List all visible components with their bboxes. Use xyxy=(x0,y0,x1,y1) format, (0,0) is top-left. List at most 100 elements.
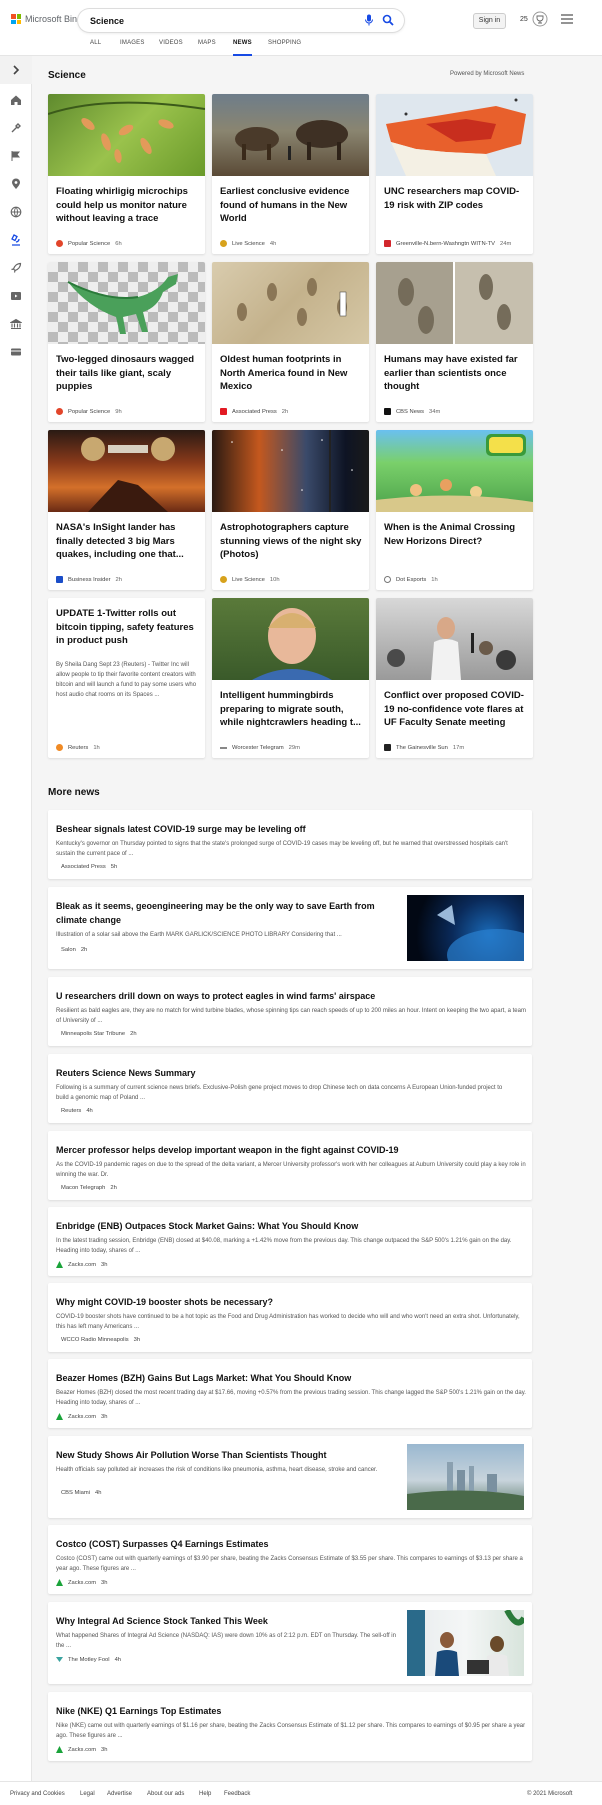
news-source[interactable]: Reuters 4h xyxy=(56,1108,93,1114)
news-item[interactable]: Beshear signals latest COVID-19 surge ma… xyxy=(48,810,532,879)
flag-icon[interactable] xyxy=(10,150,22,162)
news-card[interactable]: When is the Animal Crossing New Horizons… xyxy=(376,430,533,590)
rewards-trophy-icon[interactable] xyxy=(532,11,548,27)
news-source[interactable]: Salon 2h xyxy=(56,947,87,953)
card-title[interactable]: Two-legged dinosaurs wagged their tails … xyxy=(56,353,198,394)
news-item[interactable]: U researchers drill down on ways to prot… xyxy=(48,977,532,1046)
home-icon[interactable] xyxy=(10,94,22,106)
footer-link-feedback[interactable]: Feedback xyxy=(224,1791,250,1797)
location-icon[interactable] xyxy=(10,178,22,190)
tab-maps[interactable]: MAPS xyxy=(198,40,216,56)
news-title[interactable]: Bleak as it seems, geoengineering may be… xyxy=(56,899,396,927)
news-title[interactable]: Nike (NKE) Q1 Earnings Top Estimates xyxy=(56,1704,526,1718)
news-source[interactable]: Zacks.com 3h xyxy=(56,1413,107,1420)
sidebar-toggle[interactable] xyxy=(0,56,32,84)
card-title[interactable]: Astrophotographers capture stunning view… xyxy=(220,521,362,562)
card-title[interactable]: Conflict over proposed COVID-19 no-confi… xyxy=(384,689,526,730)
news-item[interactable]: Costco (COST) Surpasses Q4 Earnings Esti… xyxy=(48,1525,532,1594)
hamburger-menu-icon[interactable] xyxy=(561,14,573,24)
card-title[interactable]: Earliest conclusive evidence found of hu… xyxy=(220,185,362,226)
bing-logo[interactable]: Microsoft Bing xyxy=(11,14,82,24)
card-title[interactable]: Humans may have existed far earlier than… xyxy=(384,353,526,394)
card-source[interactable]: Dot Esports 1h xyxy=(384,576,438,583)
tools-icon[interactable] xyxy=(10,122,22,134)
news-title[interactable]: Costco (COST) Surpasses Q4 Earnings Esti… xyxy=(56,1537,526,1551)
globe-icon[interactable] xyxy=(10,206,22,218)
news-item[interactable]: New Study Shows Air Pollution Worse Than… xyxy=(48,1436,532,1518)
news-source[interactable]: Minneapolis Star Tribune 2h xyxy=(56,1031,137,1037)
news-title[interactable]: Why might COVID-19 booster shots be nece… xyxy=(56,1295,526,1309)
news-card[interactable]: Conflict over proposed COVID-19 no-confi… xyxy=(376,598,533,758)
news-card[interactable]: NASA's InSight lander has finally detect… xyxy=(48,430,205,590)
card-title[interactable]: Intelligent hummingbirds preparing to mi… xyxy=(220,689,362,730)
footer-link-legal[interactable]: Legal xyxy=(80,1791,95,1797)
search-icon[interactable] xyxy=(382,14,394,26)
card-source[interactable]: CBS News 34m xyxy=(384,408,440,415)
card-title[interactable]: Floating whirligig microchips could help… xyxy=(56,185,198,226)
news-item[interactable]: Enbridge (ENB) Outpaces Stock Market Gai… xyxy=(48,1207,532,1276)
card-source[interactable]: The Gainesville Sun 17m xyxy=(384,744,464,751)
news-card[interactable]: UNC researchers map COVID-19 risk with Z… xyxy=(376,94,533,254)
card-title[interactable]: NASA's InSight lander has finally detect… xyxy=(56,521,198,562)
footer-link-privacy[interactable]: Privacy and Cookies xyxy=(10,1791,65,1797)
news-card[interactable]: UPDATE 1-Twitter rolls out bitcoin tippi… xyxy=(48,598,205,758)
card-title[interactable]: When is the Animal Crossing New Horizons… xyxy=(384,521,526,548)
news-source[interactable]: Associated Press 5h xyxy=(56,864,117,870)
news-item[interactable]: Bleak as it seems, geoengineering may be… xyxy=(48,887,532,969)
tab-videos[interactable]: VIDEOS xyxy=(159,40,183,56)
tab-news[interactable]: NEWS xyxy=(233,40,252,56)
news-source[interactable]: CBS Miami 4h xyxy=(56,1490,101,1496)
news-item[interactable]: Why Integral Ad Science Stock Tanked Thi… xyxy=(48,1602,532,1684)
card-title[interactable]: UNC researchers map COVID-19 risk with Z… xyxy=(384,185,526,212)
bank-icon[interactable] xyxy=(10,318,22,330)
search-box[interactable] xyxy=(78,9,404,32)
tab-images[interactable]: IMAGES xyxy=(120,40,145,56)
footer-link-advertise[interactable]: Advertise xyxy=(107,1791,132,1797)
chevron-right-icon[interactable] xyxy=(10,64,22,76)
news-title[interactable]: Beshear signals latest COVID-19 surge ma… xyxy=(56,822,516,836)
powered-by-label[interactable]: Powered by Microsoft News xyxy=(450,71,524,77)
card-icon[interactable] xyxy=(10,346,22,358)
card-title[interactable]: Oldest human footprints in North America… xyxy=(220,353,362,394)
news-source[interactable]: Macon Telegraph 2h xyxy=(56,1185,117,1191)
news-title[interactable]: Beazer Homes (BZH) Gains But Lags Market… xyxy=(56,1371,526,1385)
card-source[interactable]: Live Science 4h xyxy=(220,240,276,247)
card-title[interactable]: UPDATE 1-Twitter rolls out bitcoin tippi… xyxy=(56,607,198,648)
news-card[interactable]: Astrophotographers capture stunning view… xyxy=(212,430,369,590)
news-card[interactable]: Intelligent hummingbirds preparing to mi… xyxy=(212,598,369,758)
search-input[interactable] xyxy=(90,15,350,26)
news-source[interactable]: Zacks.com 3h xyxy=(56,1579,107,1586)
card-source[interactable]: Live Science 10h xyxy=(220,576,280,583)
card-source[interactable]: Greenville-N.bern-Washngtn WITN-TV 24m xyxy=(384,240,511,247)
news-title[interactable]: Enbridge (ENB) Outpaces Stock Market Gai… xyxy=(56,1219,526,1233)
card-source[interactable]: Worcester Telegram 29m xyxy=(220,745,300,751)
news-title[interactable]: Reuters Science News Summary xyxy=(56,1066,516,1080)
news-item[interactable]: Why might COVID-19 booster shots be nece… xyxy=(48,1283,532,1352)
news-source[interactable]: The Motley Fool 4h xyxy=(56,1656,121,1663)
news-card[interactable]: Humans may have existed far earlier than… xyxy=(376,262,533,422)
news-card[interactable]: Floating whirligig microchips could help… xyxy=(48,94,205,254)
tab-all[interactable]: ALL xyxy=(90,40,101,56)
footer-link-help[interactable]: Help xyxy=(199,1791,211,1797)
news-title[interactable]: Why Integral Ad Science Stock Tanked Thi… xyxy=(56,1614,396,1628)
news-card[interactable]: Oldest human footprints in North America… xyxy=(212,262,369,422)
card-source[interactable]: Popular Science 6h xyxy=(56,240,122,247)
rewards-count[interactable]: 25 xyxy=(520,16,528,23)
microscope-icon[interactable] xyxy=(10,234,22,246)
rocket-icon[interactable] xyxy=(10,262,22,274)
news-card[interactable]: Earliest conclusive evidence found of hu… xyxy=(212,94,369,254)
news-item[interactable]: Nike (NKE) Q1 Earnings Top Estimates Nik… xyxy=(48,1692,532,1761)
card-source[interactable]: Popular Science 9h xyxy=(56,408,122,415)
card-source[interactable]: Business Insider 2h xyxy=(56,576,122,583)
footer-link-about-ads[interactable]: About our ads xyxy=(147,1791,184,1797)
news-card[interactable]: Two-legged dinosaurs wagged their tails … xyxy=(48,262,205,422)
sign-in-button[interactable]: Sign in xyxy=(473,13,506,29)
news-item[interactable]: Reuters Science News Summary Following i… xyxy=(48,1054,532,1123)
news-title[interactable]: New Study Shows Air Pollution Worse Than… xyxy=(56,1448,396,1462)
video-icon[interactable] xyxy=(10,290,22,302)
news-source[interactable]: Zacks.com 3h xyxy=(56,1261,107,1268)
news-item[interactable]: Mercer professor helps develop important… xyxy=(48,1131,532,1200)
tab-shopping[interactable]: SHOPPING xyxy=(268,40,301,56)
microphone-icon[interactable] xyxy=(364,14,374,26)
news-title[interactable]: U researchers drill down on ways to prot… xyxy=(56,989,516,1003)
